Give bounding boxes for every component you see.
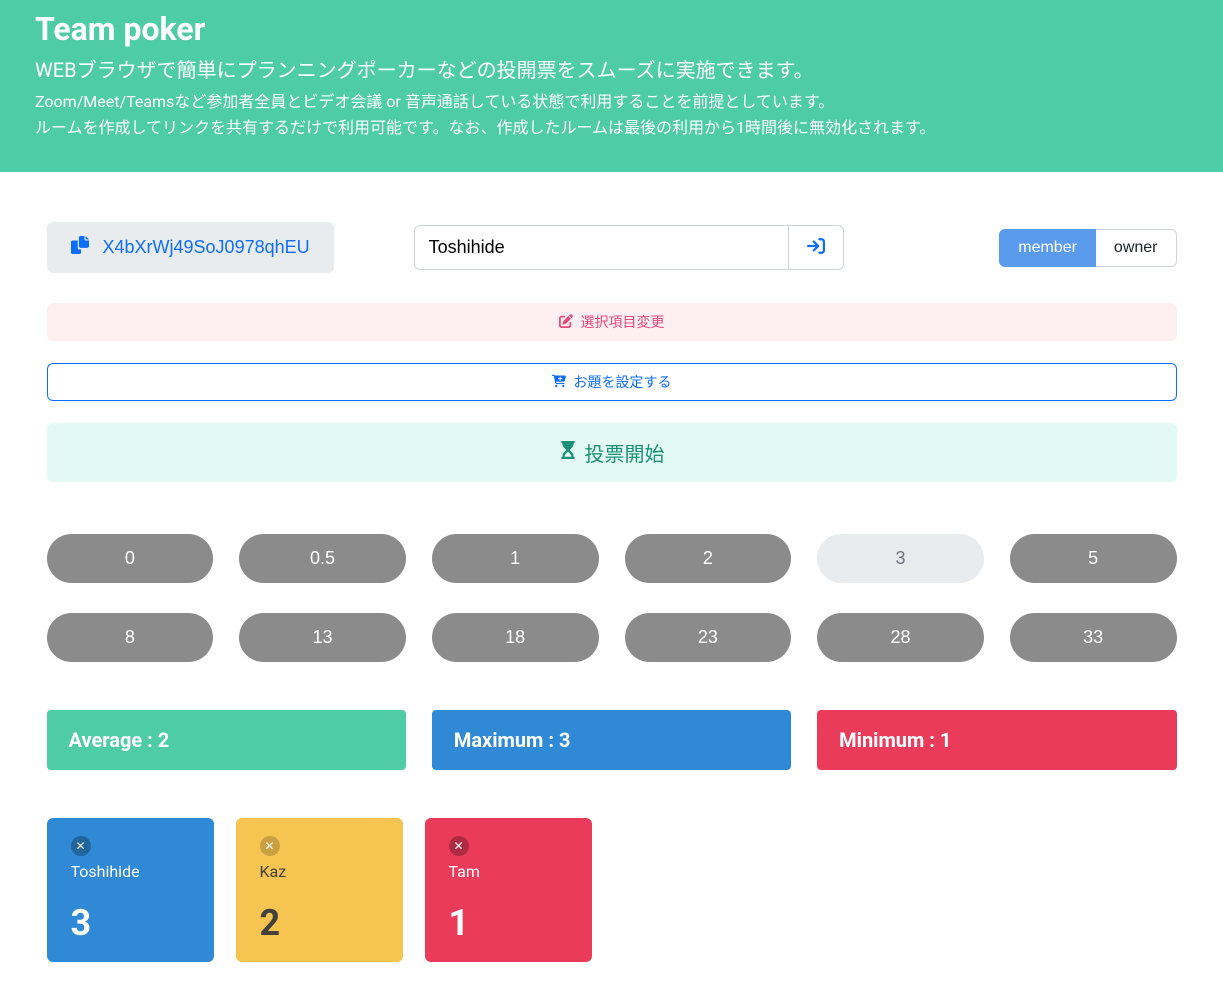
header-note-1: Zoom/Meet/Teamsなど参加者全員とビデオ会議 or 音声通話している… bbox=[35, 89, 1188, 115]
maximum-label: Maximum : bbox=[454, 728, 554, 752]
page-header: Team poker WEBブラウザで簡単にプランニングポーカーなどの投開票をス… bbox=[0, 0, 1223, 172]
set-topic-button[interactable]: お題を設定する bbox=[47, 363, 1177, 401]
vote-option-3[interactable]: 3 bbox=[817, 534, 984, 583]
average-stat: Average : 2 bbox=[47, 710, 406, 770]
role-toggle: member owner bbox=[999, 229, 1176, 267]
start-vote-button[interactable]: 投票開始 bbox=[47, 423, 1177, 482]
maximum-stat: Maximum : 3 bbox=[432, 710, 791, 770]
players-row: ✕ Toshihide 3 ✕ Kaz 2 ✕ Tam 1 bbox=[47, 818, 1177, 962]
average-value: 2 bbox=[158, 728, 169, 752]
vote-option-23[interactable]: 23 bbox=[625, 613, 792, 662]
page-title: Team poker bbox=[35, 10, 1188, 48]
change-options-button[interactable]: 選択項目変更 bbox=[47, 303, 1177, 341]
copy-icon bbox=[71, 236, 89, 259]
stats-row: Average : 2 Maximum : 3 Minimum : 1 bbox=[47, 710, 1177, 770]
set-topic-label: お題を設定する bbox=[574, 372, 672, 392]
header-note-2: ルームを作成してリンクを共有するだけで利用可能です。なお、作成したルームは最後の… bbox=[35, 115, 1188, 141]
vote-option-5[interactable]: 5 bbox=[1010, 534, 1177, 583]
cart-plus-icon bbox=[552, 374, 566, 391]
username-input[interactable] bbox=[414, 225, 789, 270]
vote-option-2[interactable]: 2 bbox=[625, 534, 792, 583]
remove-player-button[interactable]: ✕ bbox=[260, 836, 280, 856]
minimum-label: Minimum : bbox=[839, 728, 935, 752]
player-name: Tam bbox=[449, 862, 568, 881]
remove-player-button[interactable]: ✕ bbox=[71, 836, 91, 856]
vote-option-0[interactable]: 0 bbox=[47, 534, 214, 583]
vote-option-28[interactable]: 28 bbox=[817, 613, 984, 662]
start-vote-label: 投票開始 bbox=[585, 438, 665, 467]
player-name: Kaz bbox=[260, 862, 379, 881]
page-subtitle: WEBブラウザで簡単にプランニングポーカーなどの投開票をスムーズに実施できます。 bbox=[35, 54, 1188, 83]
vote-options-grid: 00.5123581318232833 bbox=[47, 534, 1177, 662]
player-card: ✕ Kaz 2 bbox=[236, 818, 403, 962]
owner-toggle-button[interactable]: owner bbox=[1096, 229, 1177, 267]
player-vote: 2 bbox=[260, 902, 379, 944]
vote-option-0.5[interactable]: 0.5 bbox=[239, 534, 406, 583]
edit-icon bbox=[559, 314, 573, 331]
close-icon: ✕ bbox=[75, 839, 85, 853]
remove-player-button[interactable]: ✕ bbox=[449, 836, 469, 856]
maximum-value: 3 bbox=[559, 728, 570, 752]
top-controls-row: X4bXrWj49SoJ0978qhEU member owner bbox=[47, 222, 1177, 273]
vote-option-13[interactable]: 13 bbox=[239, 613, 406, 662]
player-vote: 3 bbox=[71, 902, 190, 944]
room-id-text: X4bXrWj49SoJ0978qhEU bbox=[103, 237, 310, 258]
minimum-value: 1 bbox=[940, 728, 951, 752]
hourglass-start-icon bbox=[559, 441, 577, 465]
player-card: ✕ Tam 1 bbox=[425, 818, 592, 962]
average-label: Average : bbox=[69, 728, 153, 752]
vote-option-1[interactable]: 1 bbox=[432, 534, 599, 583]
enter-room-button[interactable] bbox=[789, 225, 844, 270]
room-id-button[interactable]: X4bXrWj49SoJ0978qhEU bbox=[47, 222, 334, 273]
sign-in-icon bbox=[807, 237, 825, 258]
username-group bbox=[414, 225, 844, 270]
main-container: X4bXrWj49SoJ0978qhEU member owner 選択項目変更… bbox=[32, 172, 1192, 1002]
minimum-stat: Minimum : 1 bbox=[817, 710, 1176, 770]
close-icon: ✕ bbox=[264, 839, 274, 853]
member-toggle-button[interactable]: member bbox=[999, 229, 1096, 267]
vote-option-8[interactable]: 8 bbox=[47, 613, 214, 662]
change-options-label: 選択項目変更 bbox=[581, 312, 665, 332]
player-vote: 1 bbox=[449, 902, 568, 944]
close-icon: ✕ bbox=[453, 839, 463, 853]
player-name: Toshihide bbox=[71, 862, 190, 881]
player-card: ✕ Toshihide 3 bbox=[47, 818, 214, 962]
vote-option-18[interactable]: 18 bbox=[432, 613, 599, 662]
vote-option-33[interactable]: 33 bbox=[1010, 613, 1177, 662]
